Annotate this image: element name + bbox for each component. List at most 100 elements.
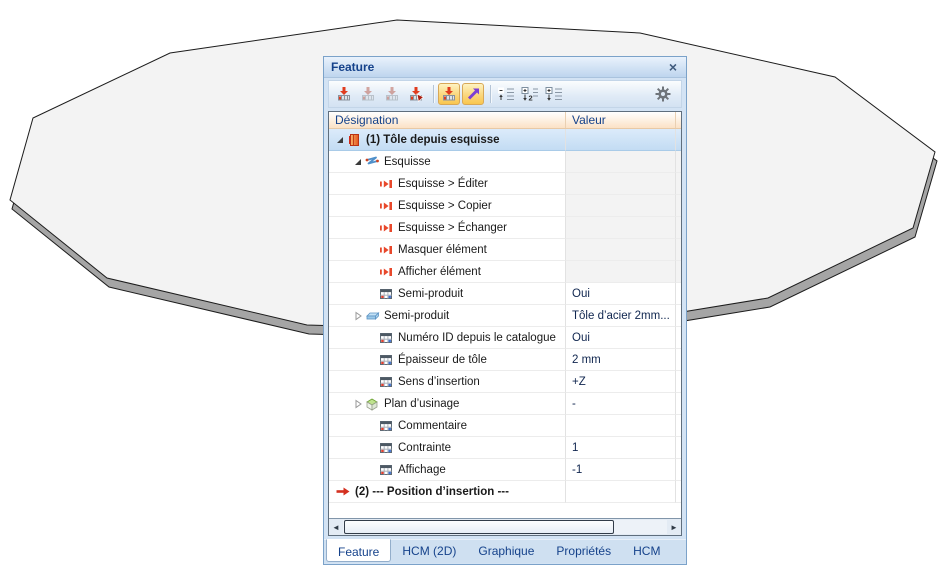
tree-row[interactable]: Commentaire <box>329 415 681 437</box>
scroll-right-button[interactable]: ► <box>667 519 681 535</box>
row-designation-cell[interactable]: Masquer élément <box>329 239 565 261</box>
row-designation-cell[interactable]: Esquisse > Échanger <box>329 217 565 239</box>
row-value-cell[interactable]: 2 mm <box>565 349 675 371</box>
row-extra-cell <box>675 217 681 239</box>
feature-tree-frame: Désignation Valeur (1) Tôle depuis esqui… <box>328 111 682 536</box>
tab-graphique[interactable]: Graphique <box>467 540 545 564</box>
row-designation-cell[interactable]: Commentaire <box>329 415 565 437</box>
row-value-cell[interactable]: - <box>565 393 675 415</box>
row-designation-cell[interactable]: Semi-produit <box>329 283 565 305</box>
row-designation-cell[interactable]: Esquisse > Éditer <box>329 173 565 195</box>
row-extra-cell <box>675 129 681 151</box>
insert-feature-button[interactable] <box>333 83 355 105</box>
column-header-valeur[interactable]: Valeur <box>565 112 675 128</box>
stamp-edit-icon <box>408 86 424 102</box>
scrollbar-thumb[interactable] <box>344 520 614 534</box>
row-extra-cell <box>675 239 681 261</box>
tree-row[interactable]: Épaisseur de tôle 2 mm <box>329 349 681 371</box>
stamp-gray-icon <box>360 86 376 102</box>
row-extra-cell <box>675 371 681 393</box>
tree-row[interactable]: Numéro ID depuis le catalogue Oui <box>329 327 681 349</box>
row-designation-cell[interactable]: Numéro ID depuis le catalogue <box>329 327 565 349</box>
sheet-from-sketch-icon <box>346 133 362 147</box>
row-designation-cell[interactable]: Esquisse > Copier <box>329 195 565 217</box>
row-designation-cell[interactable]: Esquisse <box>329 151 565 173</box>
tree-row[interactable]: (1) Tôle depuis esquisse <box>329 129 681 151</box>
tree-row[interactable]: Masquer élément <box>329 239 681 261</box>
insert-feature-alt-button[interactable] <box>357 83 379 105</box>
row-value-cell[interactable]: Oui <box>565 327 675 349</box>
row-label: Affichage <box>398 464 446 476</box>
row-designation-cell[interactable]: Contrainte <box>329 437 565 459</box>
column-header-designation[interactable]: Désignation <box>329 112 565 128</box>
row-value-cell[interactable] <box>565 217 675 239</box>
expand-all-button[interactable] <box>543 83 565 105</box>
collapse-tree-icon <box>497 86 515 102</box>
sketch-icon <box>364 155 380 168</box>
panel-title: Feature <box>331 60 375 74</box>
row-value-cell[interactable] <box>565 151 675 173</box>
row-value-cell[interactable] <box>565 239 675 261</box>
tree-row[interactable]: Esquisse > Échanger <box>329 217 681 239</box>
row-extra-cell <box>675 393 681 415</box>
position-arrow-icon <box>335 486 351 497</box>
row-designation-cell[interactable]: Affichage <box>329 459 565 481</box>
feature-edit-button[interactable] <box>405 83 427 105</box>
row-value-cell[interactable] <box>565 173 675 195</box>
row-designation-cell[interactable]: (1) Tôle depuis esquisse <box>329 129 565 151</box>
param-table-icon <box>378 463 394 477</box>
tree-row[interactable]: Esquisse > Éditer <box>329 173 681 195</box>
row-value-cell[interactable]: +Z <box>565 371 675 393</box>
feature-log-toggle[interactable] <box>438 83 460 105</box>
row-value-cell[interactable] <box>565 195 675 217</box>
jump-to-feature-toggle[interactable] <box>462 83 484 105</box>
tree-row[interactable]: Semi-produit Tôle d’acier 2mm... <box>329 305 681 327</box>
row-designation-cell[interactable]: Sens d’insertion <box>329 371 565 393</box>
expand-tree2-icon: 2 <box>521 86 539 102</box>
row-designation-cell[interactable]: (2) --- Position d’insertion --- <box>329 481 565 503</box>
row-value-cell[interactable] <box>565 261 675 283</box>
row-value-cell[interactable] <box>565 415 675 437</box>
tree-row[interactable]: Contrainte 1 <box>329 437 681 459</box>
row-value-cell[interactable]: Tôle d’acier 2mm... <box>565 305 675 327</box>
row-designation-cell[interactable]: Semi-produit <box>329 305 565 327</box>
collapse-all-button[interactable] <box>495 83 517 105</box>
scrollbar-track[interactable] <box>343 520 667 534</box>
expand-arrow-icon[interactable] <box>353 398 364 409</box>
row-designation-cell[interactable]: Plan d’usinage <box>329 393 565 415</box>
tree-row[interactable]: Esquisse > Copier <box>329 195 681 217</box>
tree-row[interactable]: Sens d’insertion +Z <box>329 371 681 393</box>
close-icon[interactable]: × <box>667 60 679 74</box>
row-label: Masquer élément <box>398 244 487 256</box>
param-table-icon <box>378 419 394 433</box>
collapse-arrow-icon[interactable] <box>335 134 346 145</box>
panel-titlebar[interactable]: Feature × <box>324 57 686 78</box>
tree-row[interactable]: (2) --- Position d’insertion --- <box>329 481 681 503</box>
tree-row[interactable]: Esquisse <box>329 151 681 173</box>
collapse-arrow-icon[interactable] <box>353 156 364 167</box>
tree-row[interactable]: Afficher élément <box>329 261 681 283</box>
insert-feature-alt2-button[interactable] <box>381 83 403 105</box>
row-value-cell[interactable]: 1 <box>565 437 675 459</box>
tab-hcm-2d[interactable]: HCM (2D) <box>391 540 467 564</box>
tree-row[interactable]: Semi-produit Oui <box>329 283 681 305</box>
toolbar-separator <box>490 85 491 103</box>
feature-action-icon <box>378 265 394 279</box>
row-value-cell[interactable] <box>565 129 675 151</box>
row-value-cell[interactable]: -1 <box>565 459 675 481</box>
feature-action-icon <box>378 177 394 191</box>
row-value-cell[interactable] <box>565 481 675 503</box>
horizontal-scrollbar[interactable]: ◄ ► <box>329 518 681 535</box>
tab-feature[interactable]: Feature <box>326 539 392 562</box>
row-value-cell[interactable]: Oui <box>565 283 675 305</box>
expand-arrow-icon[interactable] <box>353 310 364 321</box>
tree-row[interactable]: Affichage -1 <box>329 459 681 481</box>
expand-level2-button[interactable]: 2 <box>519 83 541 105</box>
row-designation-cell[interactable]: Afficher élément <box>329 261 565 283</box>
tab-propri-t-s[interactable]: Propriétés <box>545 540 622 564</box>
tree-row[interactable]: Plan d’usinage - <box>329 393 681 415</box>
settings-button[interactable] <box>652 83 674 105</box>
row-designation-cell[interactable]: Épaisseur de tôle <box>329 349 565 371</box>
tab-hcm[interactable]: HCM <box>622 540 671 564</box>
scroll-left-button[interactable]: ◄ <box>329 519 343 535</box>
